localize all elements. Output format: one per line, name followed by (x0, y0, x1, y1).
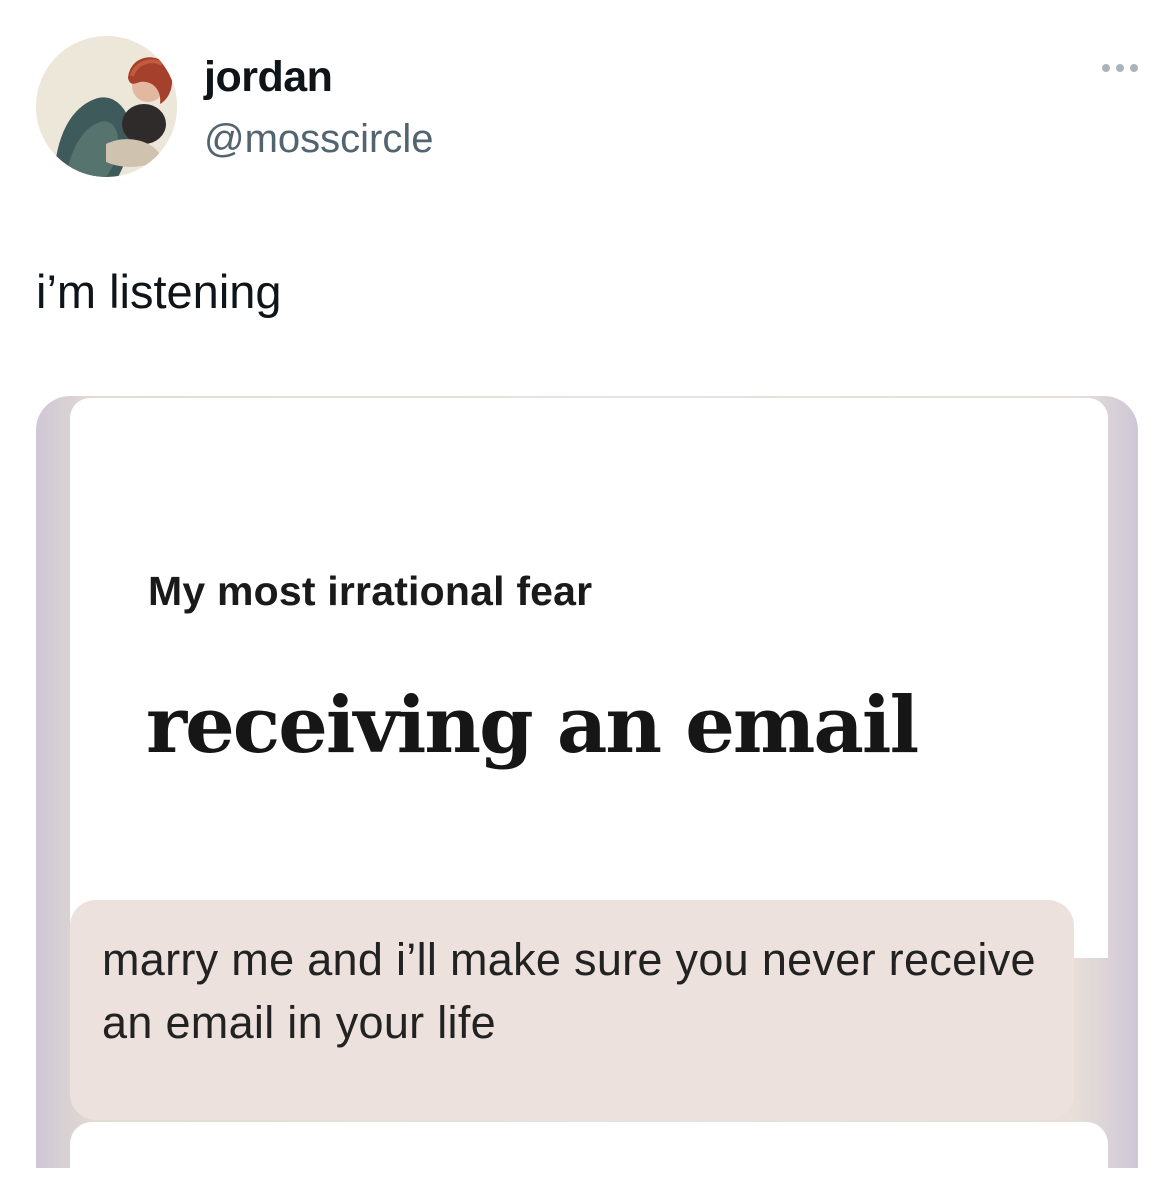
comment-bubble: marry me and i’ll make sure you never re… (70, 900, 1074, 1120)
tweet-header: jordan @mosscircle (36, 36, 1146, 181)
next-card (70, 1122, 1108, 1168)
handle[interactable]: @mosscircle (204, 112, 434, 166)
avatar-image (36, 36, 177, 177)
avatar[interactable] (36, 36, 177, 177)
user-block: jordan @mosscircle (204, 50, 434, 166)
more-dot (1130, 64, 1138, 72)
more-horizontal-icon[interactable] (1102, 64, 1138, 72)
prompt-answer: receiving an email (146, 680, 919, 771)
tweet-media[interactable]: My most irrational fear receiving an ema… (36, 396, 1138, 1168)
tweet-text: i’m listening (36, 265, 282, 318)
more-dot (1116, 64, 1124, 72)
more-dot (1102, 64, 1110, 72)
display-name[interactable]: jordan (204, 50, 434, 104)
prompt-label: My most irrational fear (148, 568, 593, 614)
prompt-card: My most irrational fear receiving an ema… (70, 398, 1108, 958)
